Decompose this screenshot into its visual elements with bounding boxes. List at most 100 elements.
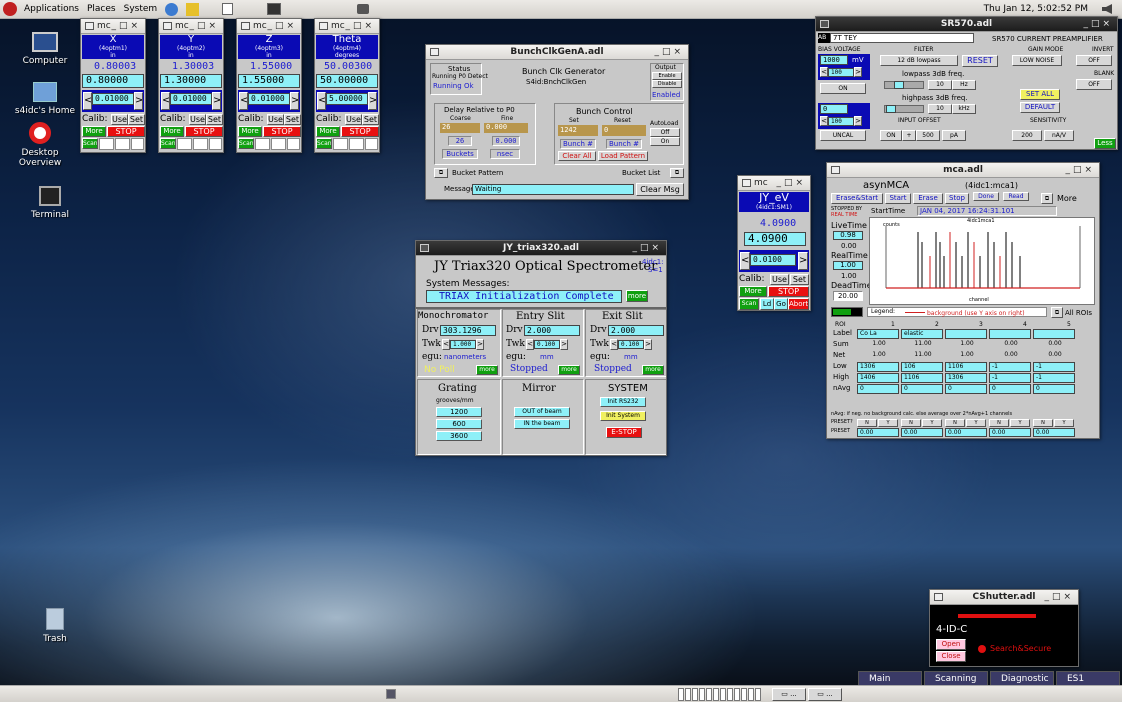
motor-setpoint-input[interactable]: 1.55000 <box>238 74 300 88</box>
workspace-cell[interactable] <box>713 688 719 701</box>
offset-sign-menu[interactable]: + <box>902 130 916 141</box>
mono-twk-right-button[interactable]: > <box>476 339 484 350</box>
calib-set-button[interactable]: Set <box>790 274 809 285</box>
preset-value-input[interactable]: 0.00 <box>901 428 943 437</box>
mirror-in-button[interactable]: IN the beam <box>514 419 570 429</box>
calib-use-button[interactable]: Use <box>111 114 128 125</box>
exit-drv-input[interactable]: 2.000 <box>608 325 664 336</box>
done-button[interactable]: Done <box>973 192 999 201</box>
highpass-value-menu[interactable]: 10 <box>928 104 952 114</box>
shutter-open-button[interactable]: Open <box>936 639 966 650</box>
scan-slot[interactable] <box>349 138 364 150</box>
go-button[interactable]: Go <box>774 298 788 310</box>
window-controls[interactable]: _□× <box>345 19 375 34</box>
roi-cell[interactable]: 1306 <box>857 362 899 372</box>
mono-twk-left-button[interactable]: < <box>442 339 450 350</box>
roi-cell[interactable] <box>989 329 1031 339</box>
workspace-cell[interactable] <box>727 688 733 701</box>
set-all-button[interactable]: SET ALL <box>1020 89 1060 100</box>
tweak-left-button[interactable]: < <box>83 92 92 110</box>
stop-button[interactable]: Stop <box>945 193 969 204</box>
fedora-icon[interactable] <box>3 2 17 16</box>
init-system-button[interactable]: Init System <box>600 411 646 421</box>
tweak-right-button[interactable]: > <box>134 92 143 110</box>
coarse-input[interactable]: 26 <box>440 123 480 133</box>
lowpass-unit-menu[interactable]: Hz <box>952 80 976 90</box>
preset-value-input[interactable]: 0.00 <box>945 428 987 437</box>
tweak-right-button[interactable]: > <box>290 92 299 110</box>
mono-more-button[interactable]: more <box>476 365 498 375</box>
preset-value-input[interactable]: 0.00 <box>1033 428 1075 437</box>
scan-slot[interactable] <box>365 138 378 150</box>
spectrum-plot[interactable] <box>869 217 1095 305</box>
window-controls[interactable]: _□× <box>632 241 662 256</box>
tweak-right-button[interactable]: > <box>368 92 377 110</box>
workspace-cell[interactable] <box>748 688 754 701</box>
preset-n-button[interactable]: N <box>945 419 965 427</box>
workspace-cell[interactable] <box>720 688 726 701</box>
lowpass-slider-thumb[interactable] <box>894 81 904 89</box>
terminal-desktop-icon[interactable]: Terminal <box>20 186 80 220</box>
launcher-tab[interactable]: Diagnostic <box>990 671 1054 686</box>
motor-setpoint-input[interactable]: 50.00000 <box>316 74 378 88</box>
sensitivity-value-menu[interactable]: 200 <box>1012 130 1042 141</box>
roi-cell[interactable]: 0 <box>989 384 1031 394</box>
preset-n-button[interactable]: N <box>901 419 921 427</box>
offset-unit-menu[interactable]: pA <box>942 130 966 141</box>
preset-n-button[interactable]: N <box>1033 419 1053 427</box>
calib-set-button[interactable]: Set <box>362 114 379 125</box>
system-menu[interactable]: System <box>120 4 162 14</box>
offset-input[interactable]: 0 <box>820 104 848 114</box>
scan-slot[interactable] <box>131 138 144 150</box>
workspace-cell[interactable] <box>734 688 740 701</box>
mca-titlebar[interactable]: mca.adl _□× <box>827 163 1099 178</box>
roi-cell[interactable]: -1 <box>989 362 1031 372</box>
clear-all-button[interactable]: Clear All <box>558 151 596 161</box>
calib-set-button[interactable]: Set <box>284 114 301 125</box>
stop-button[interactable]: STOP <box>263 126 301 137</box>
more-button[interactable]: More <box>739 286 767 297</box>
load-pattern-button[interactable]: Load Pattern <box>598 151 648 161</box>
preset-y-button[interactable]: Y <box>1010 419 1030 427</box>
home-desktop-icon[interactable]: s4idc's Home <box>10 82 80 116</box>
autoload-off-button[interactable]: Off <box>650 128 680 137</box>
window-controls[interactable]: _□× <box>111 19 141 34</box>
triax-titlebar[interactable]: JY_triax320.adl _□× <box>416 241 666 256</box>
preset-n-button[interactable]: N <box>857 419 877 427</box>
window-controls[interactable]: _□× <box>1044 590 1074 605</box>
browser-launcher-icon[interactable] <box>165 2 179 16</box>
offset-value-menu[interactable]: 500 <box>916 130 940 141</box>
roi-cell[interactable]: 1106 <box>901 373 943 383</box>
highpass-slider-thumb[interactable] <box>886 105 896 113</box>
offset-on-menu[interactable]: ON <box>880 130 902 141</box>
workspace-cell[interactable] <box>685 688 691 701</box>
stop-button[interactable]: STOP <box>341 126 379 137</box>
motor-setpoint-input[interactable]: 1.30000 <box>160 74 222 88</box>
autoload-on-button[interactable]: On <box>650 137 680 146</box>
sensitivity-unit-menu[interactable]: nA/V <box>1044 130 1074 141</box>
less-button[interactable]: Less <box>1094 138 1116 149</box>
e-stop-button[interactable]: E-STOP <box>606 427 642 438</box>
text-editor-launcher-icon[interactable] <box>222 3 233 15</box>
places-menu[interactable]: Places <box>83 4 120 14</box>
bias-voltage-input[interactable]: 1000 <box>820 55 848 65</box>
exit-twk-input[interactable]: 0.100 <box>618 340 644 349</box>
abort-button[interactable]: Abort <box>788 298 809 310</box>
default-button[interactable]: DEFAULT <box>1020 102 1060 113</box>
roi-cell[interactable]: Co La <box>857 329 899 339</box>
edit-launcher-icon[interactable] <box>186 2 200 16</box>
window-controls[interactable]: _□× <box>654 45 684 60</box>
init-rs232-button[interactable]: Init RS232 <box>600 397 646 407</box>
sr570-titlebar[interactable]: SR570.adl _□× <box>816 17 1117 32</box>
offset-step-input[interactable]: 100 <box>828 117 854 126</box>
grating-1200-button[interactable]: 1200 <box>436 407 482 417</box>
preset-n-button[interactable]: N <box>989 419 1009 427</box>
jy-motor-titlebar[interactable]: mc _□× <box>738 176 810 191</box>
roi-cell[interactable]: 0 <box>901 384 943 394</box>
tweak-left-button[interactable]: < <box>317 92 326 110</box>
scan-button[interactable]: Scan <box>739 298 759 310</box>
mono-twk-input[interactable]: 1.000 <box>450 340 476 349</box>
window-controls[interactable]: _□× <box>1083 17 1113 32</box>
clear-msg-button[interactable]: Clear Msg <box>636 183 684 196</box>
cshutter-titlebar[interactable]: CShutter.adl _□× <box>930 590 1078 605</box>
